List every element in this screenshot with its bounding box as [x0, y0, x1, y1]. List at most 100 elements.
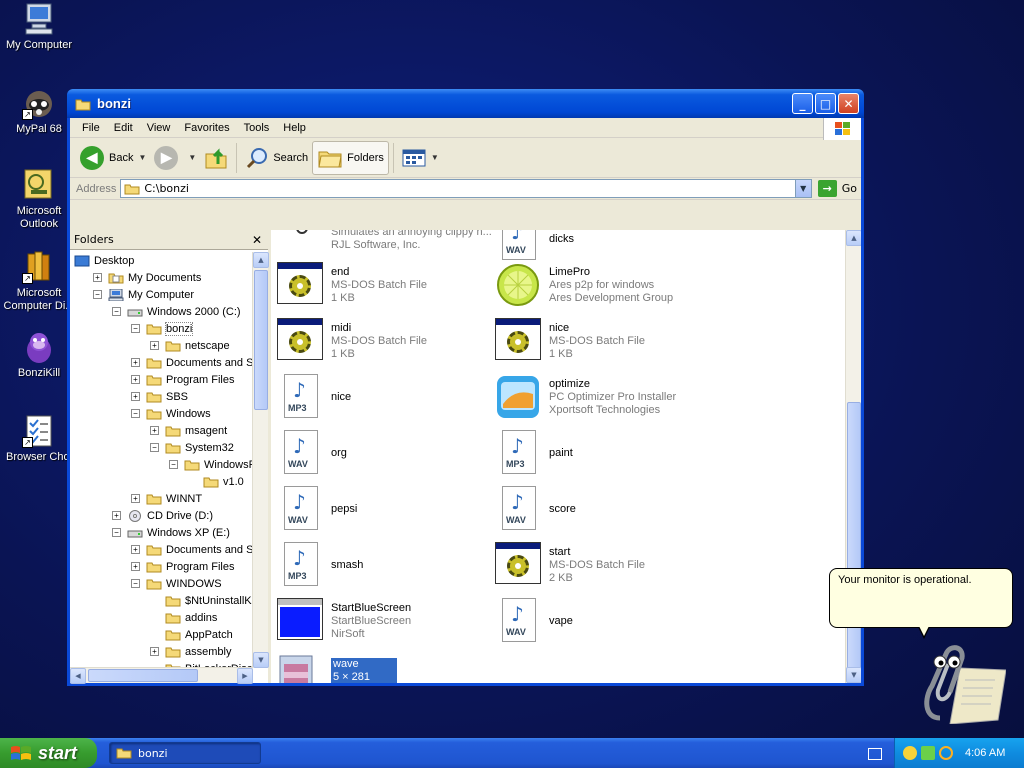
tree-item[interactable]: + netscape	[70, 337, 253, 354]
scroll-left-icon[interactable]: ◀	[70, 668, 86, 684]
tree-item[interactable]: Desktop	[70, 252, 253, 269]
scroll-up-icon[interactable]: ▲	[253, 252, 269, 268]
folder-tree-hscrollbar[interactable]: ◀ ▶	[70, 667, 253, 684]
tree-item[interactable]: $NtUninstallKB968	[70, 592, 253, 609]
network-icon[interactable]	[921, 746, 935, 760]
chevron-down-icon[interactable]: ▼	[188, 153, 196, 162]
file-item[interactable]: ♪ WAV vape	[495, 596, 710, 646]
file-item[interactable]: midi MS-DOS Batch File 1 KB	[277, 316, 492, 366]
forward-button[interactable]: ▶ ▼	[150, 141, 200, 175]
expand-icon[interactable]: +	[150, 426, 159, 435]
expand-icon[interactable]: +	[131, 494, 140, 503]
collapse-icon[interactable]: −	[131, 324, 140, 333]
collapse-icon[interactable]: −	[150, 443, 159, 452]
expand-icon[interactable]: +	[131, 375, 140, 384]
tree-item[interactable]: − WindowsPow	[70, 456, 253, 473]
tree-item[interactable]: + My Documents	[70, 269, 253, 286]
file-item[interactable]: ♪ WAV org	[277, 428, 492, 478]
expand-icon[interactable]: +	[131, 562, 140, 571]
clippy-balloon[interactable]: Your monitor is operational.	[829, 568, 1013, 628]
expand-icon[interactable]: +	[150, 341, 159, 350]
menu-view[interactable]: View	[140, 122, 178, 134]
tree-item[interactable]: + Program Files	[70, 371, 253, 388]
file-item[interactable]: optimize PC Optimizer Pro Installer Xports…	[495, 372, 710, 422]
minimize-button[interactable]: _	[792, 93, 813, 114]
expand-icon[interactable]: +	[131, 392, 140, 401]
tree-item[interactable]: − Windows 2000 (C:)	[70, 303, 253, 320]
chevron-down-icon[interactable]: ▼	[794, 180, 811, 197]
up-button[interactable]	[200, 141, 232, 175]
scroll-thumb[interactable]	[847, 402, 861, 683]
tree-item[interactable]: − bonzi	[70, 320, 253, 337]
file-item[interactable]: ♪ MP3 smash	[277, 540, 492, 590]
chevron-down-icon[interactable]: ▼	[431, 153, 439, 162]
tree-item[interactable]: − Windows XP (E:)	[70, 524, 253, 541]
scroll-up-icon[interactable]: ▲	[846, 230, 861, 246]
tree-item[interactable]: + SBS	[70, 388, 253, 405]
menu-favorites[interactable]: Favorites	[177, 122, 236, 134]
expand-icon[interactable]: +	[131, 358, 140, 367]
menu-help[interactable]: Help	[276, 122, 313, 134]
back-button[interactable]: ◀ Back ▼	[76, 141, 150, 175]
keyboard-icon[interactable]	[868, 748, 882, 760]
tree-item[interactable]: + Program Files	[70, 558, 253, 575]
title-bar[interactable]: bonzi _ □ ✕	[67, 89, 864, 118]
maximize-button[interactable]: □	[815, 93, 836, 114]
tree-item[interactable]: + CD Drive (D:)	[70, 507, 253, 524]
file-item[interactable]: start MS-DOS Batch File 2 KB	[495, 540, 710, 590]
tree-item[interactable]: + Documents and Settin	[70, 354, 253, 371]
close-icon[interactable]: ✕	[252, 233, 262, 247]
tree-item[interactable]: − My Computer	[70, 286, 253, 303]
tree-item[interactable]: + assembly	[70, 643, 253, 660]
collapse-icon[interactable]: −	[93, 290, 102, 299]
tree-item[interactable]: − WINDOWS	[70, 575, 253, 592]
scroll-right-icon[interactable]: ▶	[237, 668, 253, 684]
collapse-icon[interactable]: −	[112, 528, 121, 537]
scroll-thumb[interactable]	[88, 669, 198, 682]
menu-file[interactable]: File	[75, 122, 107, 134]
menu-tools[interactable]: Tools	[237, 122, 277, 134]
file-item[interactable]: nice MS-DOS Batch File 1 KB	[495, 316, 710, 366]
desktop-icon-my-computer[interactable]: My Computer	[0, 2, 78, 52]
tree-item[interactable]: + msagent	[70, 422, 253, 439]
tree-item[interactable]: − Windows	[70, 405, 253, 422]
expand-icon[interactable]: +	[150, 647, 159, 656]
collapse-icon[interactable]: −	[112, 307, 121, 316]
scroll-down-icon[interactable]: ▼	[846, 667, 861, 683]
file-item[interactable]: ♪ WAV dicks	[495, 230, 710, 264]
file-item[interactable]: ♪ WAV score	[495, 484, 710, 534]
tree-item[interactable]: AppPatch	[70, 626, 253, 643]
start-button[interactable]: start	[0, 738, 97, 768]
tree-item[interactable]: + WINNT	[70, 490, 253, 507]
address-input[interactable]: C:\bonzi ▼	[120, 179, 812, 198]
sun-icon[interactable]	[903, 746, 917, 760]
clippy-icon[interactable]	[910, 640, 1006, 724]
scroll-down-icon[interactable]: ▼	[253, 652, 269, 668]
folder-tree-scrollbar[interactable]: ▲ ▼	[252, 252, 269, 668]
clock[interactable]: 4:06 AM	[965, 747, 1005, 759]
tree-item[interactable]: addins	[70, 609, 253, 626]
tree-item[interactable]: v1.0	[70, 473, 253, 490]
file-item[interactable]: ♪ WAV pepsi	[277, 484, 492, 534]
file-item[interactable]: StartBlueScreen StartBlueScreen NirSoft	[277, 596, 492, 646]
file-item[interactable]: wave5 × 281JPEG Image	[277, 652, 492, 683]
close-button[interactable]: ✕	[838, 93, 859, 114]
go-button[interactable]: → Go	[817, 180, 857, 197]
file-item[interactable]: ♪ MP3 nice	[277, 372, 492, 422]
folders-button[interactable]: Folders	[312, 140, 389, 175]
expand-icon[interactable]: +	[112, 511, 121, 520]
taskbar-item-bonzi[interactable]: bonzi	[109, 742, 261, 764]
search-icon[interactable]	[939, 746, 953, 760]
tree-item[interactable]: − System32	[70, 439, 253, 456]
expand-icon[interactable]: +	[93, 273, 102, 282]
menu-edit[interactable]: Edit	[107, 122, 140, 134]
file-item[interactable]: LimePro Ares p2p for windows Ares Developm…	[495, 260, 710, 310]
file-item[interactable]: end MS-DOS Batch File 1 KB	[277, 260, 492, 310]
views-button[interactable]: ▼	[398, 141, 443, 175]
file-item[interactable]: ♪ MP3 paint	[495, 428, 710, 478]
collapse-icon[interactable]: −	[169, 460, 178, 469]
collapse-icon[interactable]: −	[131, 579, 140, 588]
chevron-down-icon[interactable]: ▼	[138, 153, 146, 162]
file-item[interactable]: Simulates an annoying clippy h... RJL Sof…	[277, 230, 492, 264]
collapse-icon[interactable]: −	[131, 409, 140, 418]
